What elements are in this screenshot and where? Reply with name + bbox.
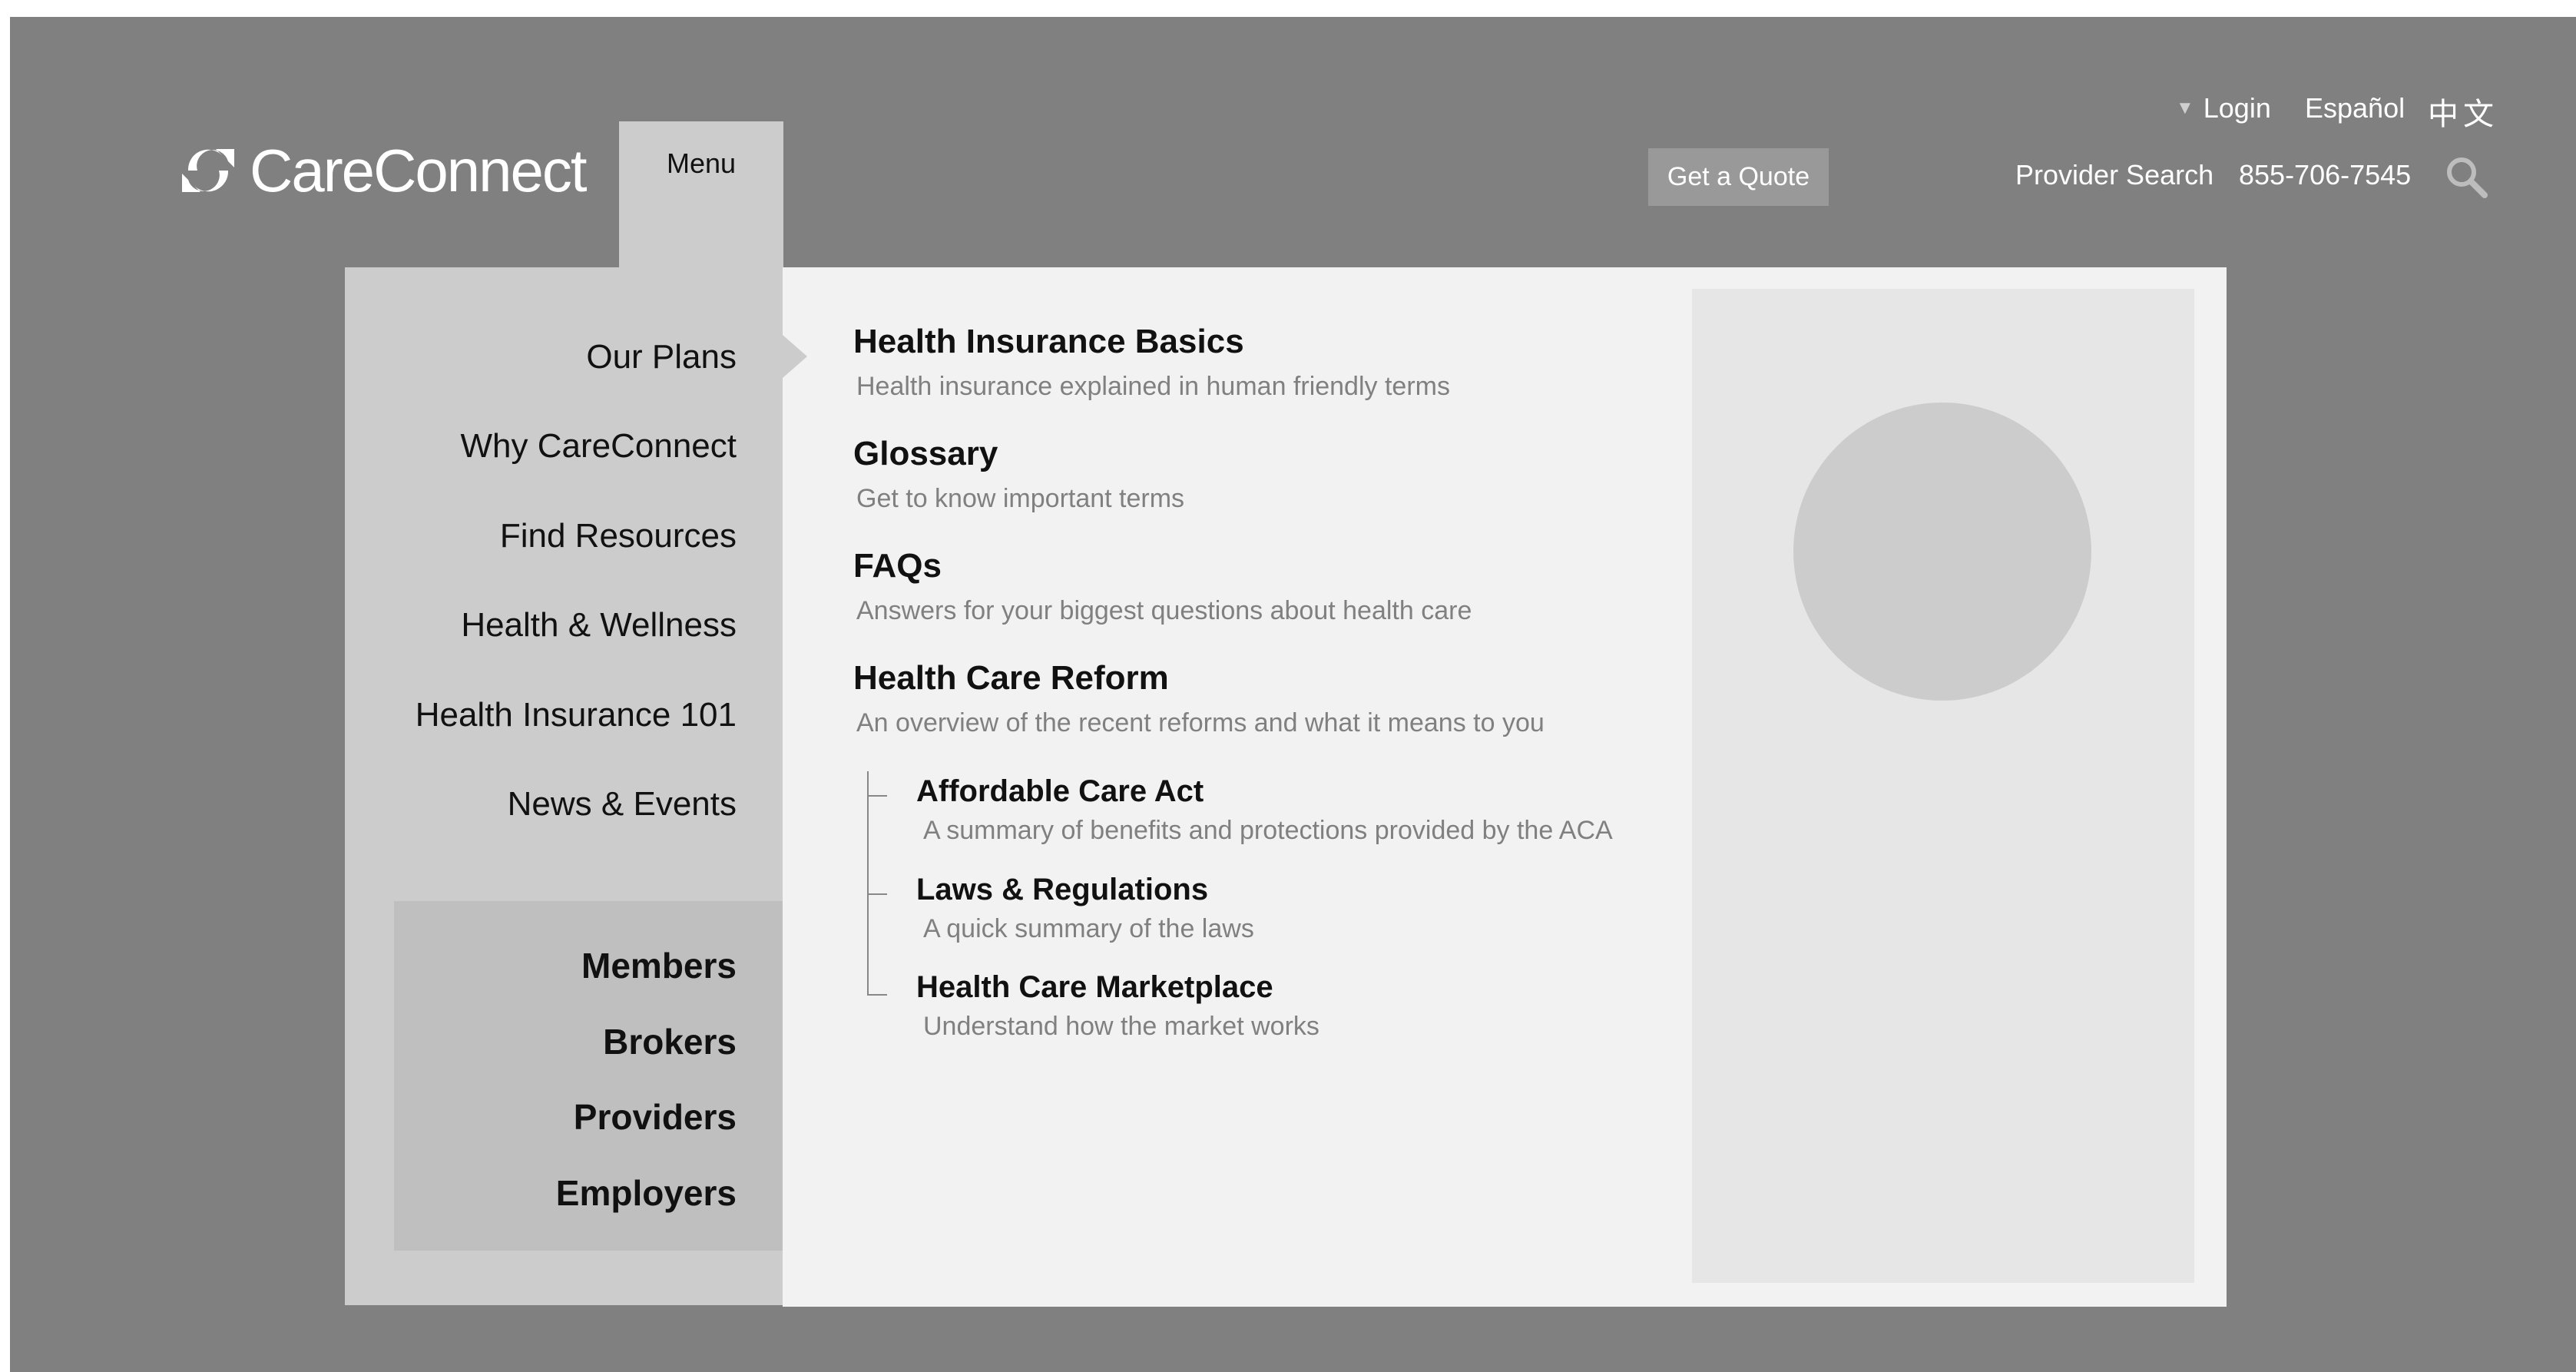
careconnect-logo[interactable]: CareConnect [177, 137, 588, 204]
audience-brokers[interactable]: Brokers [603, 1021, 737, 1062]
menu-content-panel: Health Insurance Basics Health insurance… [783, 267, 2227, 1307]
feature-image-placeholder [1793, 403, 2091, 701]
espanol-link[interactable]: Español [2305, 92, 2405, 124]
link-affordable-care-act[interactable]: Affordable Care Act [916, 774, 1204, 809]
login-link[interactable]: ▼ Login [2176, 92, 2271, 124]
desc-affordable-care-act: A summary of benefits and protections pr… [923, 816, 1613, 845]
tree-connector [867, 771, 869, 996]
login-label: Login [2203, 92, 2271, 124]
feature-card [1692, 289, 2194, 1283]
link-health-insurance-basics[interactable]: Health Insurance Basics [853, 323, 1244, 361]
desc-laws-regulations: A quick summary of the laws [923, 914, 1254, 943]
nav-item-find-resources[interactable]: Find Resources [500, 517, 737, 555]
menu-label: Menu [666, 147, 737, 179]
search-icon[interactable] [2445, 155, 2489, 200]
tree-branch [867, 795, 887, 797]
brand-name: CareConnect [250, 137, 588, 204]
main-nav: Our Plans Why CareConnect Find Resources… [345, 267, 783, 1305]
audience-employers[interactable]: Employers [556, 1172, 737, 1214]
menu-tab[interactable]: Menu [619, 121, 783, 269]
refresh-arrows-icon [182, 149, 234, 192]
link-glossary[interactable]: Glossary [853, 435, 998, 473]
audience-links: Members Brokers Providers Employers [394, 901, 783, 1251]
audience-members[interactable]: Members [581, 945, 737, 986]
nav-item-health-insurance-101[interactable]: Health Insurance 101 [416, 696, 737, 734]
link-health-care-marketplace[interactable]: Health Care Marketplace [916, 970, 1273, 1005]
tree-branch [867, 994, 887, 996]
caret-down-icon: ▼ [2176, 98, 2194, 118]
get-quote-button[interactable]: Get a Quote [1648, 148, 1829, 206]
desc-glossary: Get to know important terms [856, 484, 1185, 513]
provider-search-link[interactable]: Provider Search [2015, 159, 2213, 191]
link-faqs[interactable]: FAQs [853, 547, 942, 585]
active-nav-pointer [783, 335, 807, 378]
tree-branch [867, 893, 887, 895]
link-health-care-reform[interactable]: Health Care Reform [853, 659, 1169, 698]
nav-item-news-events[interactable]: News & Events [508, 785, 737, 824]
nav-item-our-plans[interactable]: Our Plans [586, 338, 737, 376]
desc-health-care-marketplace: Understand how the market works [923, 1012, 1319, 1041]
nav-item-why-careconnect[interactable]: Why CareConnect [461, 427, 737, 466]
nav-item-health-wellness[interactable]: Health & Wellness [461, 606, 737, 645]
page-background: CareConnect Menu ▼ Login Español 中文 Get … [10, 17, 2576, 1372]
desc-health-care-reform: An overview of the recent reforms and wh… [856, 708, 1545, 737]
link-laws-regulations[interactable]: Laws & Regulations [916, 873, 1208, 907]
desc-faqs: Answers for your biggest questions about… [856, 596, 1472, 625]
desc-health-insurance-basics: Health insurance explained in human frie… [856, 372, 1450, 401]
chinese-link[interactable]: 中文 [2428, 89, 2498, 134]
audience-providers[interactable]: Providers [574, 1096, 737, 1138]
phone-number[interactable]: 855-706-7545 [2239, 159, 2411, 191]
